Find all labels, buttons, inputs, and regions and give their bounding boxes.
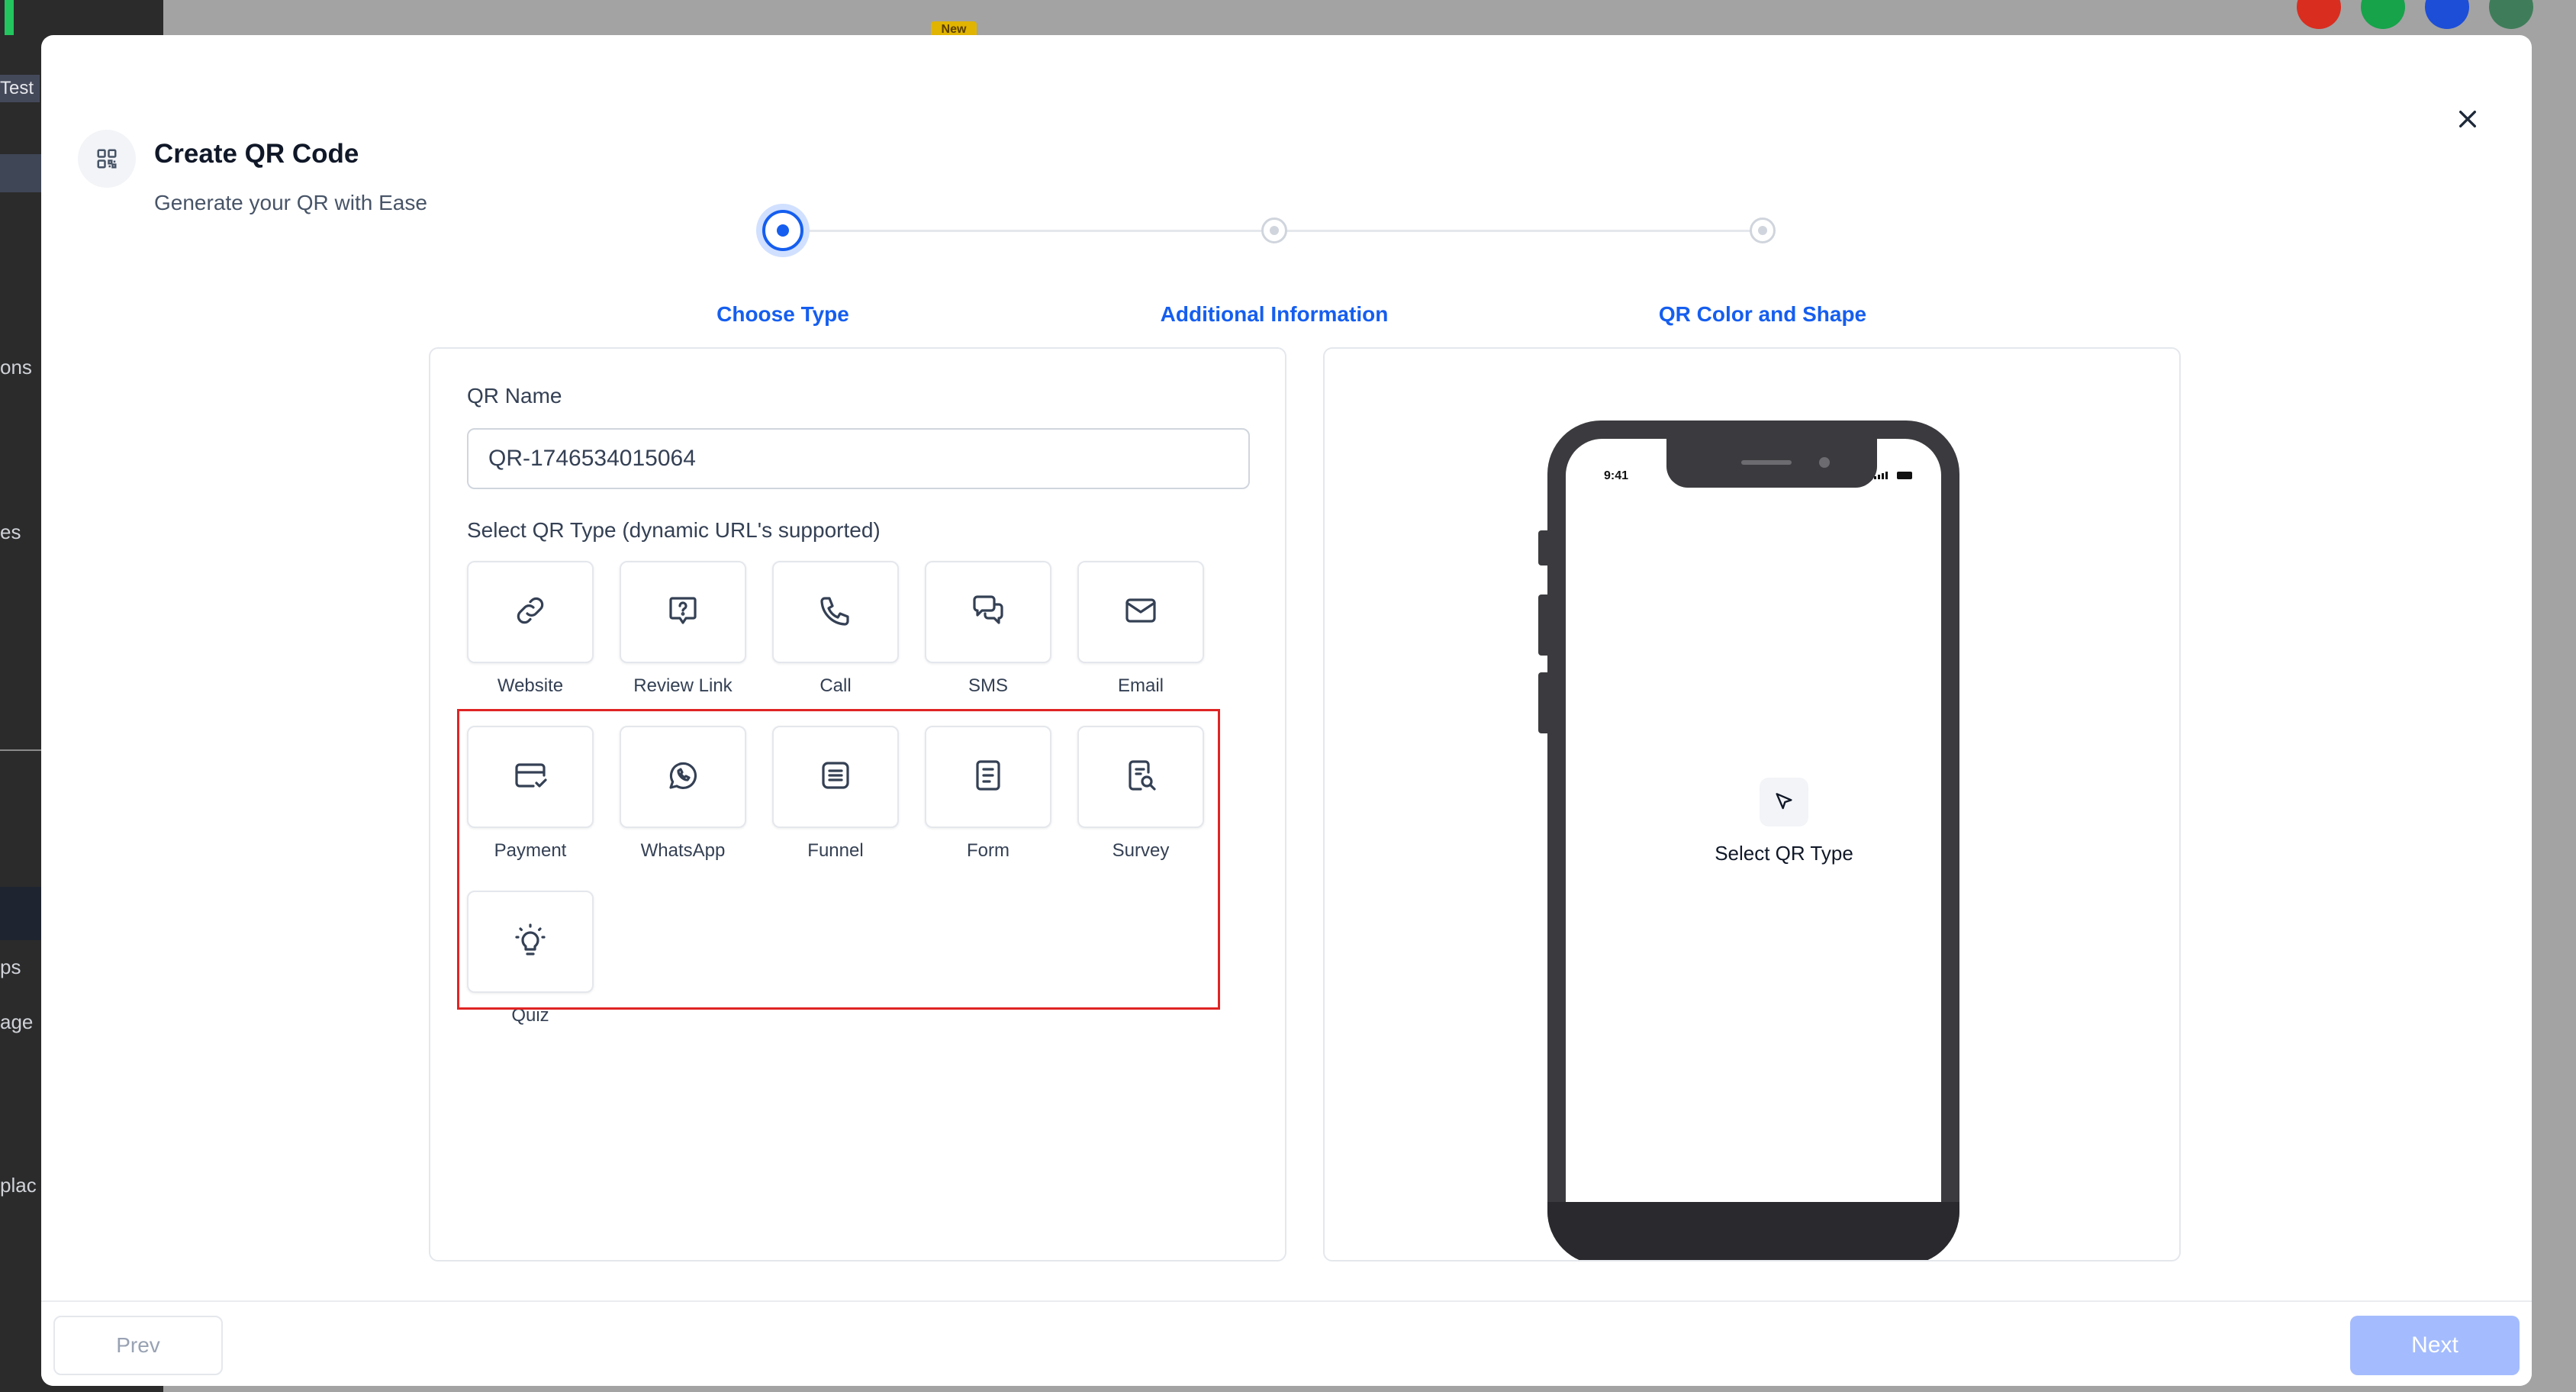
background-app-header: New: [163, 0, 2576, 38]
sidebar-fragment: es: [0, 520, 21, 543]
signal-battery-icon: [1874, 472, 1912, 479]
create-qr-modal: Create QR Code Generate your QR with Eas…: [41, 35, 2532, 1386]
avatar-blue: [2425, 0, 2469, 29]
qr-type-sms[interactable]: SMS: [925, 561, 1051, 723]
step-2-indicator[interactable]: [1261, 218, 1287, 243]
phone-speaker: [1741, 460, 1792, 465]
sidebar-selected-row: [0, 887, 41, 940]
link-icon: [512, 592, 549, 633]
sidebar-fragment: ps: [0, 955, 21, 978]
step-2-label[interactable]: Additional Information: [1161, 302, 1389, 327]
qr-type-label-website: Website: [497, 675, 564, 696]
sidebar-fragment: plac: [0, 1174, 37, 1197]
qr-type-label-review-link: Review Link: [633, 675, 733, 696]
prev-button[interactable]: Prev: [53, 1316, 223, 1375]
qr-type-website[interactable]: Website: [467, 561, 594, 723]
phone-time: 9:41: [1604, 469, 1629, 482]
preview-placeholder-text: Select QR Type: [1715, 842, 1853, 865]
qr-type-label-sms: SMS: [968, 675, 1008, 696]
phone-camera: [1819, 457, 1830, 468]
sidebar-fragment: ons: [0, 356, 32, 379]
phone-mockup: 9:41: [1547, 420, 1959, 1260]
sidebar-divider: [0, 749, 41, 751]
sidebar-selected-row: [0, 154, 41, 192]
modal-footer: Prev Next: [41, 1300, 2532, 1386]
phone-notch: [1666, 439, 1877, 488]
sidebar-accent: [5, 0, 14, 35]
qr-type-email[interactable]: Email: [1077, 561, 1204, 723]
qr-type-label-call: Call: [819, 675, 852, 696]
step-1-label[interactable]: Choose Type: [716, 302, 849, 327]
chat-bubbles-icon: [970, 592, 1006, 633]
stepper: Choose Type Additional Information QR Co…: [41, 35, 2532, 326]
mail-icon: [1122, 592, 1159, 633]
phone-screen: 9:41: [1566, 439, 1941, 1202]
qr-type-label-email: Email: [1117, 675, 1164, 696]
qr-type-review-link[interactable]: Review Link: [620, 561, 746, 723]
cursor-click-icon: [1760, 778, 1808, 826]
qr-name-input[interactable]: [467, 428, 1250, 489]
qr-type-label: Select QR Type (dynamic URL's supported): [467, 518, 881, 542]
highlight-annotation: [457, 709, 1220, 1010]
next-button[interactable]: Next: [2350, 1316, 2520, 1375]
message-question-icon: [665, 592, 701, 633]
avatar-teal: [2489, 0, 2533, 29]
avatar-green: [2361, 0, 2405, 29]
qr-preview-panel: 9:41 Select QR Type: [1323, 347, 2181, 1262]
phone-bottom-bezel: [1547, 1202, 1959, 1260]
avatar-red: [2297, 0, 2341, 29]
step-3-label[interactable]: QR Color and Shape: [1659, 302, 1866, 327]
phone-icon: [817, 592, 854, 633]
stepper-connector: [783, 230, 1262, 232]
qr-name-label: QR Name: [467, 384, 562, 408]
qr-type-call[interactable]: Call: [772, 561, 899, 723]
step-3-indicator[interactable]: [1750, 218, 1776, 243]
stepper-connector: [1286, 230, 1753, 232]
sidebar-fragment: age: [0, 1010, 34, 1033]
step-1-indicator[interactable]: [762, 210, 803, 251]
sidebar-fragment-test: Test: [0, 75, 40, 102]
